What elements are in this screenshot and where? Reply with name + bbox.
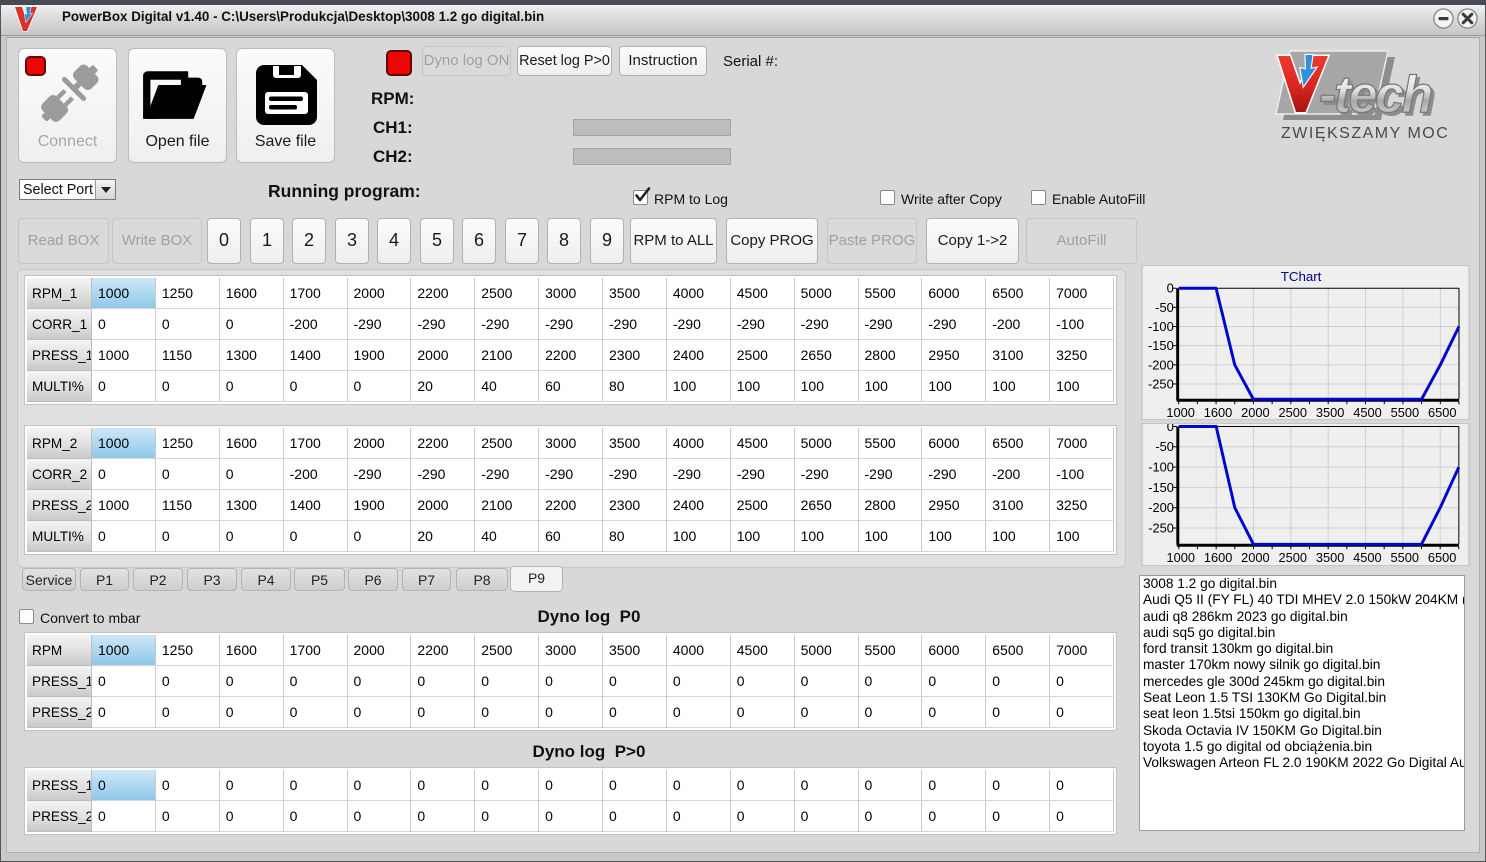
svg-text:-50: -50 xyxy=(1155,439,1174,454)
svg-text:-200: -200 xyxy=(1148,500,1174,515)
svg-text:6500: 6500 xyxy=(1428,405,1457,420)
svg-text:2000: 2000 xyxy=(1241,550,1269,565)
svg-text:ZWIĘKSZAMY MOC: ZWIĘKSZAMY MOC xyxy=(1281,125,1449,142)
svg-text:-250: -250 xyxy=(1148,520,1174,535)
svg-text:-150: -150 xyxy=(1148,480,1174,495)
svg-text:4500: 4500 xyxy=(1353,405,1382,420)
svg-text:2500: 2500 xyxy=(1279,550,1307,565)
svg-text:0: 0 xyxy=(1167,281,1174,296)
svg-text:-200: -200 xyxy=(1148,357,1174,372)
svg-text:1000: 1000 xyxy=(1166,405,1195,420)
svg-text:-150: -150 xyxy=(1148,338,1174,353)
svg-text:1600: 1600 xyxy=(1204,405,1233,420)
svg-text:-50: -50 xyxy=(1155,300,1174,315)
svg-text:5500: 5500 xyxy=(1391,405,1420,420)
svg-text:5500: 5500 xyxy=(1391,550,1419,565)
svg-text:2000: 2000 xyxy=(1241,405,1270,420)
svg-text:0: 0 xyxy=(1167,423,1174,434)
svg-text:6500: 6500 xyxy=(1428,550,1456,565)
svg-text:-250: -250 xyxy=(1148,376,1174,391)
svg-text:-100: -100 xyxy=(1148,460,1174,475)
svg-text:3500: 3500 xyxy=(1316,550,1344,565)
svg-text:-100: -100 xyxy=(1148,319,1174,334)
svg-text:-tech: -tech xyxy=(1319,66,1431,124)
svg-text:1000: 1000 xyxy=(1167,550,1195,565)
svg-text:4500: 4500 xyxy=(1353,550,1381,565)
svg-text:2500: 2500 xyxy=(1278,405,1307,420)
svg-text:TChart: TChart xyxy=(1281,269,1322,284)
svg-text:1600: 1600 xyxy=(1204,550,1232,565)
svg-text:3500: 3500 xyxy=(1316,405,1345,420)
